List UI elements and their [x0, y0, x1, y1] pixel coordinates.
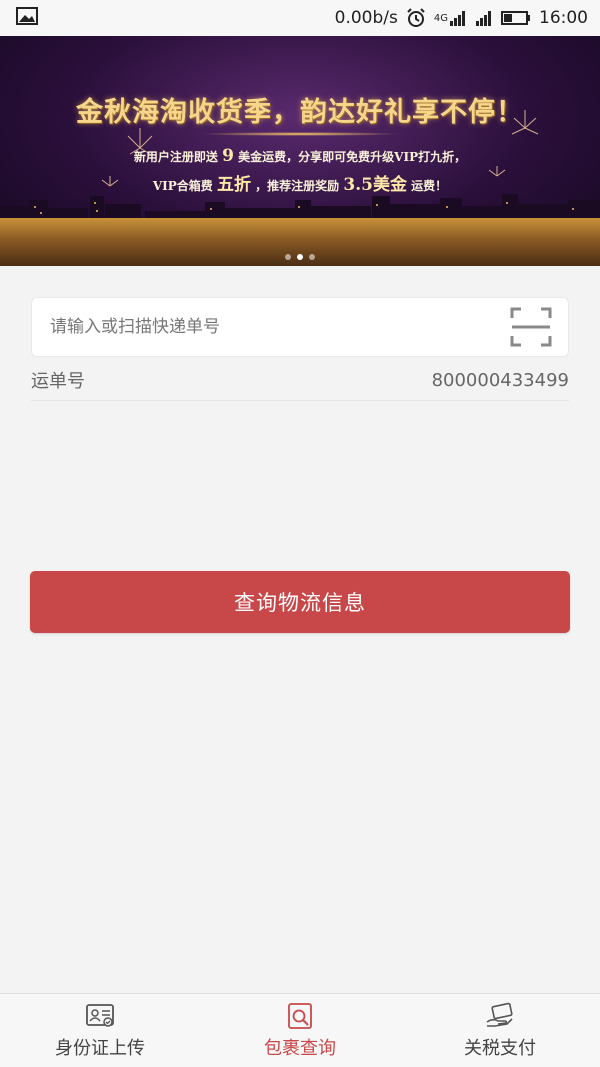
banner-line1-highlight: 9 — [222, 146, 234, 166]
scan-icon[interactable] — [510, 307, 552, 347]
net-speed: 0.00b/s — [334, 8, 398, 28]
bottom-nav: 身份证上传 包裹查询 关税支付 — [0, 993, 600, 1067]
carousel-dot-active[interactable] — [297, 254, 303, 260]
nav-label: 关税支付 — [464, 1037, 536, 1059]
id-card-icon — [86, 1003, 114, 1027]
banner-line-1: 新用户注册即送 9 美金运费，分享即可免费升级VIP打九折， — [0, 146, 600, 166]
nav-label: 身份证上传 — [55, 1037, 145, 1059]
payment-icon — [486, 1002, 513, 1027]
banner-line2-text-2: ，推荐注册奖励 — [255, 179, 340, 193]
banner-line2-text: VIP合箱费 — [152, 179, 213, 193]
banner-line1-text-2: 美金运费，分享即可免费升级VIP打九折， — [238, 150, 467, 164]
clock-time: 16:00 — [539, 8, 588, 28]
tracking-search-box — [31, 297, 569, 357]
status-bar: 0.00b/s 4G 16:00 — [0, 0, 600, 36]
promo-banner[interactable]: 金秋海淘收货季，韵达好礼享不停！ 新用户注册即送 9 美金运费，分享即可免费升级… — [0, 36, 600, 266]
banner-line2-highlight-2: 3.5美金 — [343, 175, 407, 195]
nav-item-package-query[interactable]: 包裹查询 — [200, 994, 400, 1067]
banner-line2-highlight: 五折 — [216, 175, 251, 195]
image-icon — [16, 6, 38, 30]
alarm-icon — [406, 8, 426, 28]
nav-label: 包裹查询 — [264, 1037, 336, 1059]
banner-title: 金秋海淘收货季，韵达好礼享不停！ — [76, 97, 524, 128]
carousel-dot[interactable] — [285, 254, 291, 260]
nav-item-id-upload[interactable]: 身份证上传 — [0, 994, 200, 1067]
tracking-number-input[interactable] — [50, 317, 510, 337]
signal-icon: 4G — [434, 10, 467, 26]
waybill-label: 运单号 — [31, 371, 85, 392]
battery-icon — [501, 10, 531, 26]
signal-icon — [475, 10, 493, 26]
banner-line1-text: 新用户注册即送 — [133, 150, 218, 164]
banner-line-2: VIP合箱费 五折 ，推荐注册奖励 3.5美金 运费！ — [0, 170, 600, 195]
nav-item-tariff-payment[interactable]: 关税支付 — [400, 994, 600, 1067]
network-type: 4G — [433, 12, 448, 24]
waybill-row: 运单号 800000433499 — [31, 360, 569, 401]
query-logistics-button[interactable]: 查询物流信息 — [30, 571, 570, 633]
banner-line2-text-3: 运费！ — [411, 179, 448, 193]
banner-glow — [200, 132, 400, 136]
package-search-icon — [288, 1002, 312, 1029]
carousel-indicator — [0, 254, 600, 260]
carousel-dot[interactable] — [309, 254, 315, 260]
waybill-number[interactable]: 800000433499 — [432, 370, 569, 391]
